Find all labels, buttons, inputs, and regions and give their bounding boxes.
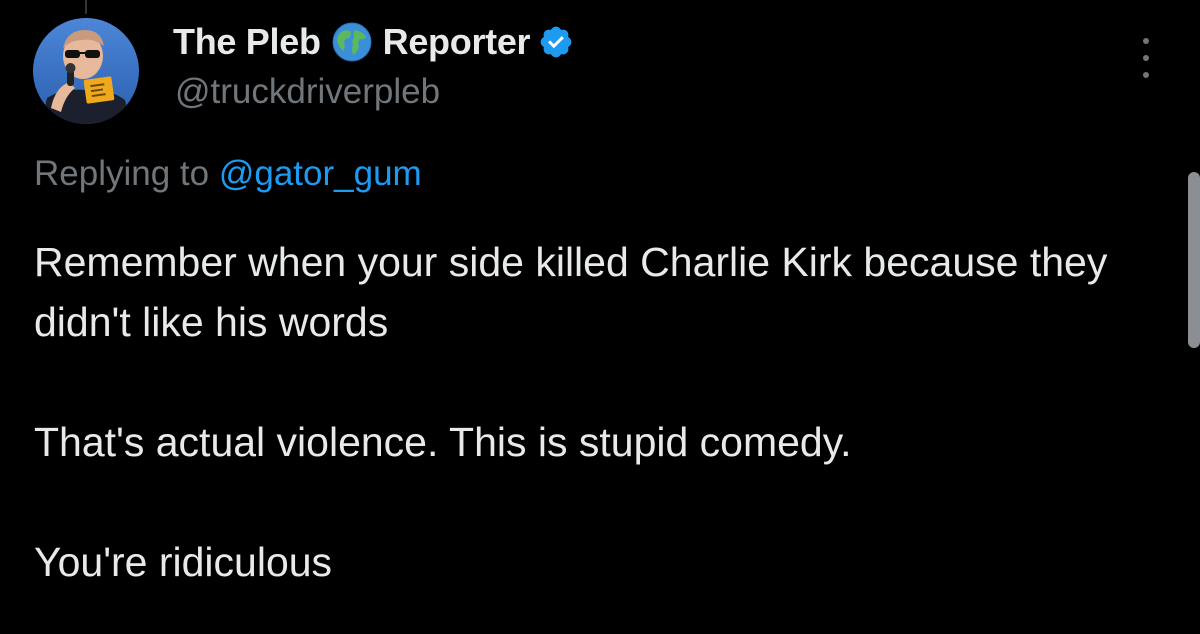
more-options-button[interactable] xyxy=(1134,38,1158,78)
replying-to-prefix: Replying to xyxy=(34,154,210,193)
verified-badge-icon xyxy=(538,24,574,60)
author-name-row[interactable]: The Pleb Reporter xyxy=(173,18,574,66)
more-options-dot xyxy=(1143,72,1149,78)
more-options-dot xyxy=(1143,55,1149,61)
thread-connector-line xyxy=(85,0,87,14)
tweet-body: Remember when your side killed Charlie K… xyxy=(34,232,1164,592)
reply-mention-link[interactable]: @gator_gum xyxy=(219,154,422,193)
tweet-paragraph: You're ridiculous xyxy=(34,539,333,585)
replying-to-line: Replying to @gator_gum xyxy=(34,154,422,194)
tweet-paragraph: That's actual violence. This is stupid c… xyxy=(34,419,852,465)
author-avatar[interactable] xyxy=(33,18,139,124)
avatar-image xyxy=(33,18,139,124)
more-options-dot xyxy=(1143,38,1149,44)
author-name-part1[interactable]: The Pleb xyxy=(173,21,321,63)
tweet-paragraph: Remember when your side killed Charlie K… xyxy=(34,239,1108,345)
author-handle[interactable]: @truckdriverpleb xyxy=(175,72,440,112)
scrollbar-thumb[interactable] xyxy=(1188,172,1200,348)
author-name-part2[interactable]: Reporter xyxy=(383,21,531,63)
globe-icon xyxy=(331,21,373,63)
